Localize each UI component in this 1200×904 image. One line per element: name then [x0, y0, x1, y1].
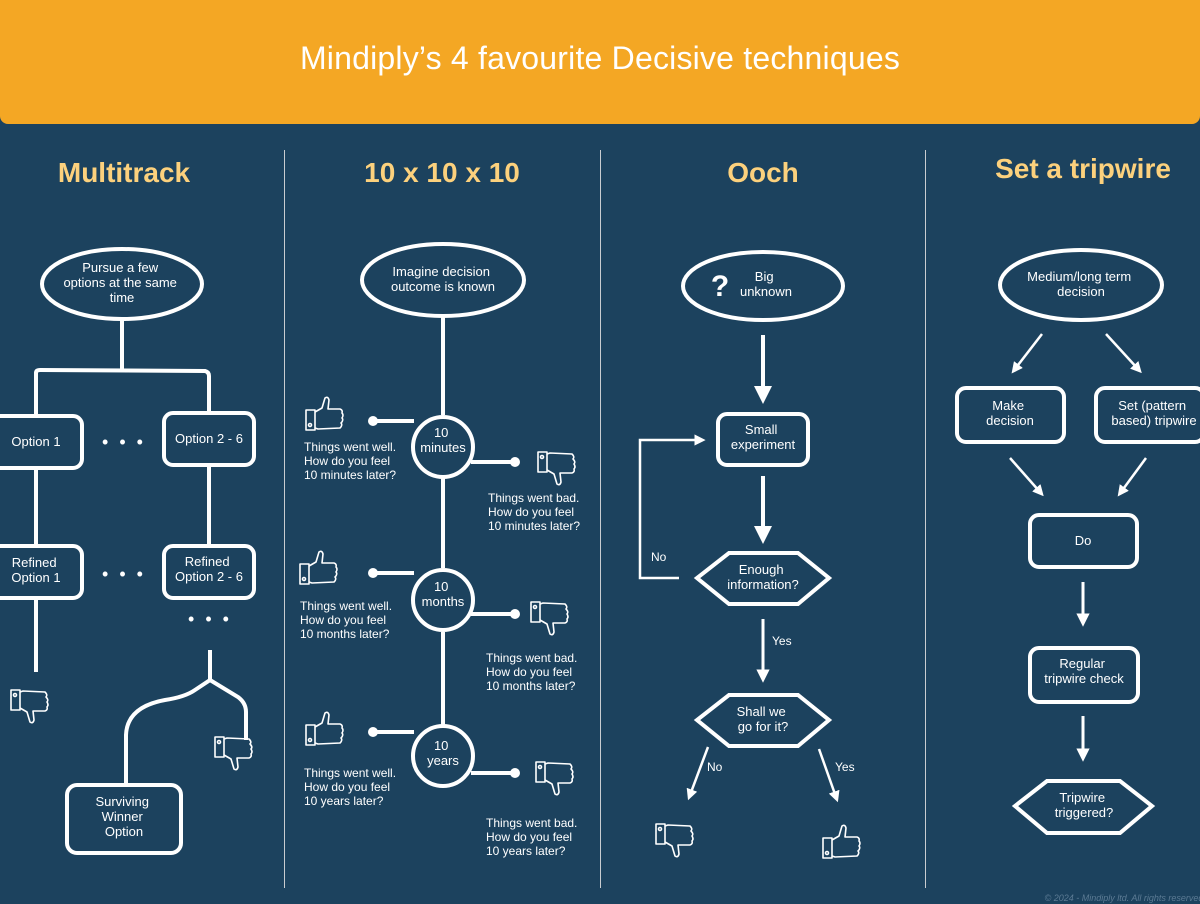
thumbs-down-icon: [214, 736, 253, 771]
arrow-right-down-icon: [1105, 333, 1142, 374]
thumbs-up-icon: [305, 396, 344, 431]
stage-months-label: 10 months: [422, 579, 465, 609]
ooch-diagram: ? Big unknown Small experiment Enough in…: [638, 250, 861, 859]
thumbs-down-icon: [530, 601, 569, 636]
stage-years-label: 10 years: [427, 738, 459, 768]
tripwire-diagram: Medium/long term decision Make decision …: [955, 248, 1200, 835]
ooch-start-text: Big unknown: [740, 269, 792, 299]
no-label: No: [651, 550, 667, 564]
thumbs-down-icon: [535, 761, 574, 796]
arrow-no-icon: [686, 746, 710, 801]
stage-years-good-text: Things went well. How do you feel 10 yea…: [304, 766, 399, 808]
stage-months-bad-text: Things went bad. How do you feel 10 mont…: [486, 651, 581, 693]
option2-label: Option 2 - 6: [175, 431, 243, 446]
thumbs-down-icon: [655, 823, 694, 858]
copyright-footer: © 2024 - Mindiply ltd. All rights reserv…: [1044, 893, 1200, 903]
thumbs-down-icon: [10, 689, 49, 724]
diagram-canvas: Pursue a few options at the same time Op…: [0, 242, 1200, 859]
thumbs-up-icon: [299, 550, 338, 585]
option-connectors: [34, 465, 211, 545]
do-label: Do: [1075, 533, 1092, 548]
small-experiment-label: Small experiment: [731, 422, 796, 452]
yes-label: Yes: [835, 760, 855, 774]
arrow-yes-icon: [817, 748, 840, 803]
winner-branch-connector: [124, 650, 248, 783]
ellipsis-dots: • • •: [102, 564, 146, 584]
stage-years-bad-text: Things went bad. How do you feel 10 year…: [486, 816, 581, 858]
multitrack-branch-connector: [34, 319, 211, 415]
tripwire-start-text: Medium/long term decision: [1027, 269, 1135, 299]
option1-label: Option 1: [11, 434, 60, 449]
make-decision-label: Make decision: [986, 398, 1034, 428]
set-tripwire-label: Set (pattern based) tripwire: [1111, 398, 1196, 428]
stage-minutes-bad-text: Things went bad. How do you feel 10 minu…: [488, 491, 583, 533]
arrow-left-down-icon: [1117, 457, 1148, 497]
question-mark-icon: ?: [711, 270, 729, 303]
stage-minutes-good-text: Things went well. How do you feel 10 min…: [304, 440, 399, 482]
ellipsis-dots: • • •: [188, 609, 232, 629]
thumbs-down-icon: [537, 451, 576, 486]
multitrack-diagram: Pursue a few options at the same time Op…: [0, 247, 256, 855]
refined2-label: Refined Option 2 - 6: [175, 554, 243, 584]
winner-label: Surviving Winner Option: [95, 794, 152, 839]
regular-check-label: Regular tripwire check: [1044, 656, 1124, 686]
multitrack-start-text: Pursue a few options at the same time: [63, 260, 180, 305]
refined1-label: Refined Option 1: [11, 555, 60, 585]
thumbs-up-icon: [822, 824, 861, 859]
stage-minutes-label: 10 minutes: [420, 425, 466, 455]
no-label: No: [707, 760, 723, 774]
enough-info-label: Enough information?: [727, 562, 799, 592]
go-for-it-label: Shall we go for it?: [737, 704, 790, 734]
tenx-diagram: Imagine decision outcome is known 10 min…: [299, 242, 583, 858]
arrow-left-down-icon: [1011, 333, 1043, 374]
ellipsis-dots: • • •: [102, 432, 146, 452]
tenx-start-text: Imagine decision outcome is known: [391, 264, 495, 294]
tripwire-triggered-label: Tripwire triggered?: [1055, 790, 1114, 820]
thumbs-up-icon: [305, 711, 344, 746]
loop-back-arrow: [638, 434, 706, 580]
arrow-right-down-icon: [1009, 457, 1044, 497]
yes-label: Yes: [772, 634, 792, 648]
stage-months-good-text: Things went well. How do you feel 10 mon…: [300, 599, 395, 641]
